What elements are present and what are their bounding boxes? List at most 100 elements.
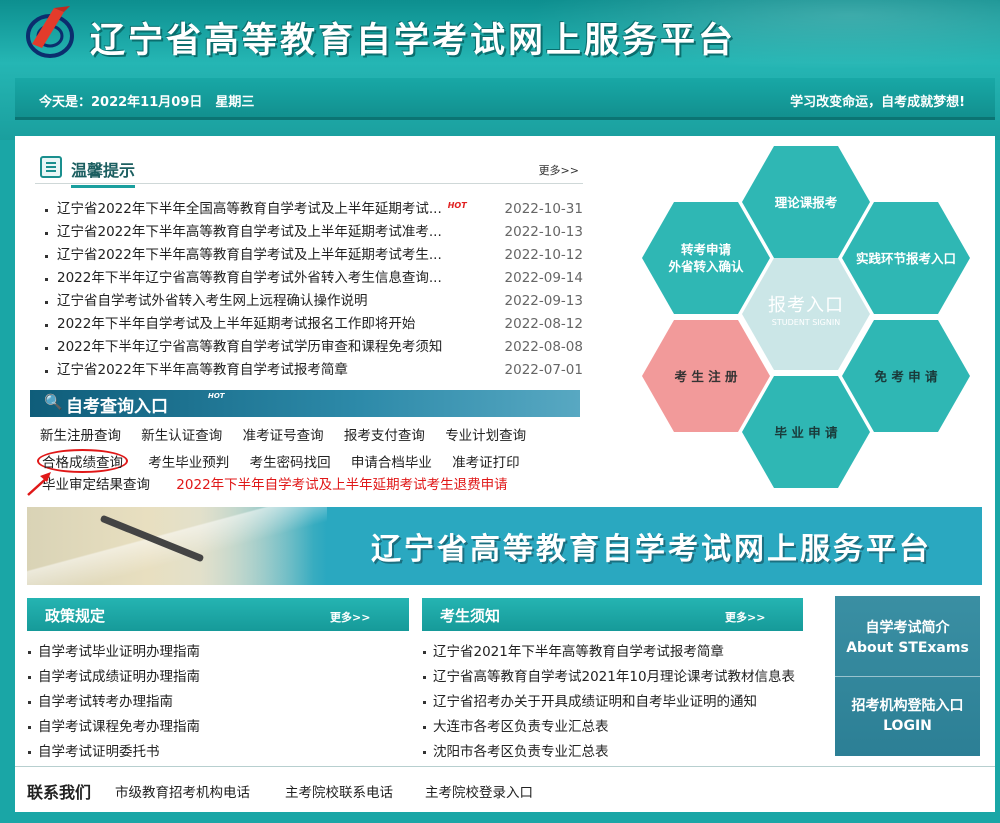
list-item[interactable]: 自学考试证明委托书 <box>27 740 407 765</box>
hex-student-register[interactable]: 考 生 注 册 <box>642 320 770 432</box>
banner-title: 辽宁省高等教育自学考试网上服务平台 <box>371 532 932 567</box>
contact-link-school-login[interactable]: 主考院校登录入口 <box>425 781 533 801</box>
query-link-major-plan[interactable]: 专业计划查询 <box>445 428 526 444</box>
notice-link[interactable]: 辽宁省2022年下半年高等教育自学考试及上半年延期考试考生... <box>57 244 442 267</box>
query-row: 合格成绩查询 考生毕业预判 考生密码找回 申请合档毕业 准考证打印 <box>37 449 536 473</box>
login-label: 招考机构登陆入口 <box>851 698 964 714</box>
query-link-graduation-result[interactable]: 毕业审定结果查询 <box>42 477 150 493</box>
notice-link[interactable]: 2022年下半年辽宁省高等教育自学考试学历审查和课程免考须知 <box>57 336 442 359</box>
hex-graduation[interactable]: 毕 业 申 请 <box>742 376 870 488</box>
exam-notice-list: 辽宁省2021年下半年高等教育自学考试报考简章 辽宁省高等教育自学考试2021年… <box>422 640 812 765</box>
exam-notice-title: 考生须知 <box>440 607 501 625</box>
list-item[interactable]: 辽宁省2021年下半年高等教育自学考试报考简章 <box>422 640 812 665</box>
policy-title: 政策规定 <box>45 607 106 625</box>
query-link-password-recover[interactable]: 考生密码找回 <box>250 455 331 471</box>
list-item[interactable]: 自学考试毕业证明办理指南 <box>27 640 407 665</box>
query-link-ticket-number[interactable]: 准考证号查询 <box>243 428 324 444</box>
exam-more-link[interactable]: 更多>> <box>725 609 765 625</box>
hex-theory-course[interactable]: 理论课报考 <box>742 146 870 258</box>
list-item: 辽宁省自学考试外省转入考生网上远程确认操作说明 2022-09-13 <box>43 290 583 313</box>
list-item[interactable]: 大连市各考区负责专业汇总表 <box>422 715 812 740</box>
hex-label: 毕 业 申 请 <box>774 424 838 440</box>
policy-header: 政策规定 更多>> <box>27 598 409 631</box>
list-item: 辽宁省2022年下半年高等教育自学考试及上半年延期考试考生... 2022-10-… <box>43 244 583 267</box>
motto: 学习改变命运，自考成就梦想! <box>790 95 965 110</box>
list-item: 辽宁省2022年下半年高等教育自学考试及上半年延期考试准考... 2022-10-… <box>43 221 583 244</box>
hex-transfer[interactable]: 转考申请 外省转入确认 <box>642 202 770 314</box>
query-row: 新生注册查询 新生认证查询 准考证号查询 报考支付查询 专业计划查询 <box>40 424 542 444</box>
hex-label-line2: 外省转入确认 <box>668 259 744 274</box>
main-panel: 温馨提示 更多>> 辽宁省2022年下半年全国高等教育自学考试及上半年延期考试.… <box>15 136 995 823</box>
list-item: 2022年下半年辽宁省高等教育自学考试外省转入考生信息查询... 2022-09-… <box>43 267 583 290</box>
hex-exemption[interactable]: 免 考 申 请 <box>842 320 970 432</box>
notice-date: 2022-07-01 <box>504 362 583 378</box>
hexagon-menu: 理论课报考 转考申请 外省转入确认 实践环节报考入口 报考入口 STUDENT S… <box>640 146 975 491</box>
hex-label: 转考申请 外省转入确认 <box>668 241 743 275</box>
list-item: 2022年下半年辽宁省高等教育自学考试学历审查和课程免考须知 2022-08-08 <box>43 336 583 359</box>
notice-link[interactable]: 2022年下半年自学考试及上半年延期考试报名工作即将开始 <box>57 313 415 336</box>
contact-link-city-phone[interactable]: 市级教育招考机构电话 <box>115 781 250 801</box>
notice-icon <box>40 156 62 178</box>
hex-label: 实践环节报考入口 <box>855 250 956 266</box>
query-link-payment[interactable]: 报考支付查询 <box>344 428 425 444</box>
policy-more-link[interactable]: 更多>> <box>330 609 370 625</box>
query-link-merge-graduation[interactable]: 申请合档毕业 <box>351 455 432 471</box>
contact-label: 联系我们 <box>27 783 92 802</box>
notice-date: 2022-08-08 <box>504 339 583 355</box>
login-label-en: LOGIN <box>883 718 932 734</box>
query-link-new-verify[interactable]: 新生认证查询 <box>141 428 222 444</box>
hex-practice-course[interactable]: 实践环节报考入口 <box>842 202 970 314</box>
contact-link-school-phone[interactable]: 主考院校联系电话 <box>285 781 393 801</box>
list-item[interactable]: 自学考试课程免考办理指南 <box>27 715 407 740</box>
hex-signin-label: 报考入口 <box>768 295 844 316</box>
hex-label: 理论课报考 <box>774 194 838 210</box>
banner: 辽宁省高等教育自学考试网上服务平台 <box>27 507 982 585</box>
about-label: 自学考试简介 <box>865 620 950 636</box>
list-item[interactable]: 辽宁省招考办关于开具成绩证明和自考毕业证明的通知 <box>422 690 812 715</box>
list-item[interactable]: 沈阳市各考区负责专业汇总表 <box>422 740 812 765</box>
query-link-new-register[interactable]: 新生注册查询 <box>40 428 121 444</box>
hex-label: 免 考 申 请 <box>874 368 938 384</box>
divider <box>835 676 980 677</box>
hot-badge: HOT <box>447 201 467 210</box>
site-title: 辽宁省高等教育自学考试网上服务平台 <box>90 21 737 61</box>
query-link-graduation-predict[interactable]: 考生毕业预判 <box>148 455 229 471</box>
hex-signin-sub: STUDENT SIGNIN <box>771 318 841 327</box>
header-band: 辽宁省高等教育自学考试网上服务平台 今天是：2022年11月09日 星期三 学习… <box>0 0 1000 140</box>
date-bar: 今天是：2022年11月09日 星期三 学习改变命运，自考成就梦想! <box>15 78 995 120</box>
query-header: 🔍 自考查询入口 HOT <box>30 390 580 417</box>
logo-icon <box>26 6 74 58</box>
query-title: 自考查询入口 <box>66 397 168 417</box>
notice-date: 2022-10-13 <box>504 224 583 240</box>
bottom-band <box>0 812 1000 823</box>
query-row: 毕业审定结果查询 2022年下半年自学考试及上半年延期考试考生退费申请 <box>40 473 524 493</box>
list-item: 2022年下半年自学考试及上半年延期考试报名工作即将开始 2022-08-12 <box>43 313 583 336</box>
notice-header: 温馨提示 更多>> <box>35 154 583 188</box>
notice-more-link[interactable]: 更多>> <box>539 162 579 178</box>
hot-badge: HOT <box>208 392 225 400</box>
search-icon: 🔍 <box>44 393 63 411</box>
notice-date: 2022-10-12 <box>504 247 583 263</box>
notice-link[interactable]: 辽宁省自学考试外省转入考生网上远程确认操作说明 <box>57 290 368 313</box>
notice-title: 温馨提示 <box>71 157 136 188</box>
list-item[interactable]: 自学考试成绩证明办理指南 <box>27 665 407 690</box>
hex-label: 考 生 注 册 <box>674 368 738 384</box>
notice-date: 2022-09-13 <box>504 293 583 309</box>
list-item: 辽宁省2022年下半年全国高等教育自学考试及上半年延期考试... HOT 2022-… <box>43 198 583 221</box>
side-entry-box: 自学考试简介 About STExams 招考机构登陆入口 LOGIN <box>835 596 980 756</box>
notice-link[interactable]: 2022年下半年辽宁省高等教育自学考试外省转入考生信息查询... <box>57 267 442 290</box>
list-item[interactable]: 辽宁省高等教育自学考试2021年10月理论课考试教材信息表 <box>422 665 812 690</box>
list-item: 辽宁省2022年下半年高等教育自学考试报考简章 2022-07-01 <box>43 359 583 382</box>
notice-link[interactable]: 辽宁省2022年下半年高等教育自学考试报考简章 <box>57 359 348 382</box>
notice-date: 2022-10-31 <box>504 201 583 217</box>
query-link-ticket-print[interactable]: 准考证打印 <box>452 455 520 471</box>
about-link[interactable]: 自学考试简介 About STExams <box>835 618 980 658</box>
query-link-refund-apply[interactable]: 2022年下半年自学考试及上半年延期考试考生退费申请 <box>176 477 507 493</box>
hex-signin[interactable]: 报考入口 STUDENT SIGNIN <box>742 258 870 370</box>
notice-link[interactable]: 辽宁省2022年下半年高等教育自学考试及上半年延期考试准考... <box>57 221 442 244</box>
about-label-en: About STExams <box>846 640 969 656</box>
institution-login-link[interactable]: 招考机构登陆入口 LOGIN <box>835 696 980 736</box>
list-item[interactable]: 自学考试转考办理指南 <box>27 690 407 715</box>
notice-link[interactable]: 辽宁省2022年下半年全国高等教育自学考试及上半年延期考试... <box>57 198 442 221</box>
policy-list: 自学考试毕业证明办理指南 自学考试成绩证明办理指南 自学考试转考办理指南 自学考… <box>27 640 407 765</box>
